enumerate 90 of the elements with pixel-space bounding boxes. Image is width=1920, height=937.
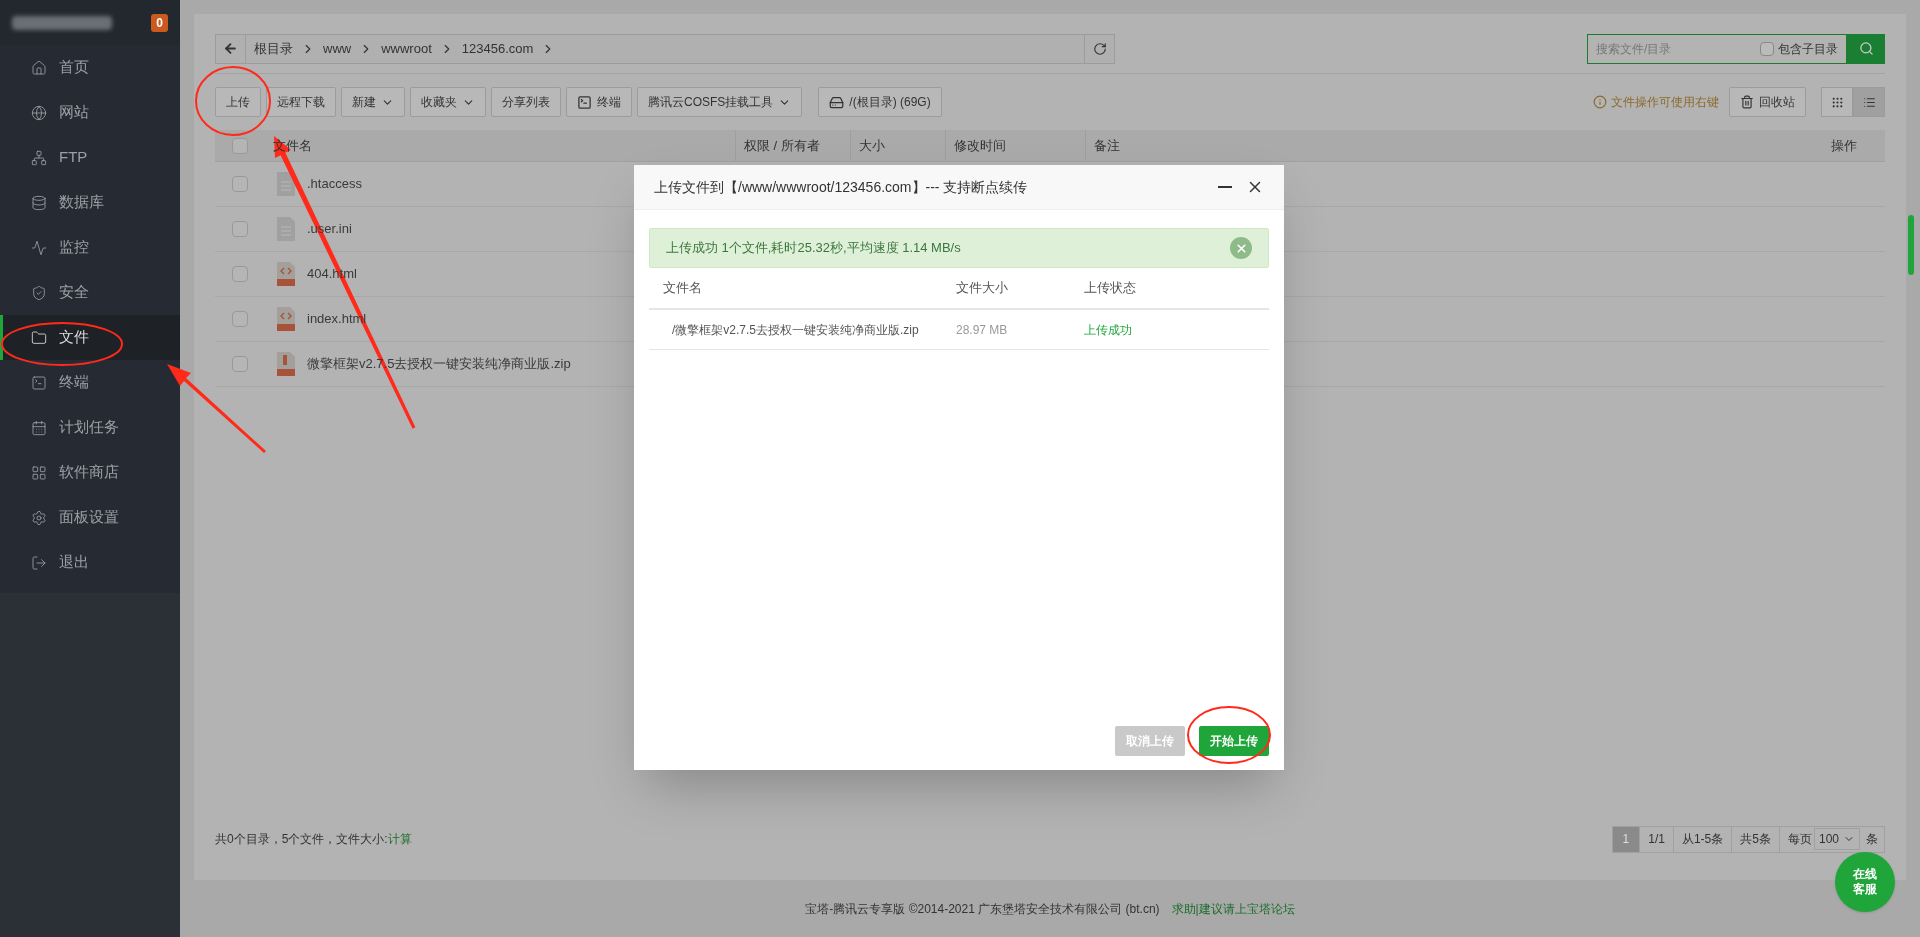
grid-icon <box>31 464 47 481</box>
zip-file-icon <box>277 352 295 376</box>
list-icon <box>1862 95 1876 109</box>
checkbox[interactable] <box>232 311 248 327</box>
breadcrumb-link[interactable]: www <box>323 38 352 59</box>
checkbox[interactable] <box>232 266 248 282</box>
column-header: 权限 / 所有者 <box>744 136 820 155</box>
terminal-icon <box>31 374 47 391</box>
settings-icon <box>31 509 47 526</box>
calculate-link[interactable]: 计算 <box>387 832 412 846</box>
copyright-text: 宝塔-腾讯云专享版 ©2014-2021 广东堡塔安全技术有限公司 (bt.cn) <box>805 900 1160 918</box>
column-header: 文件大小 <box>956 279 1009 298</box>
home-icon <box>31 59 47 76</box>
sidebar-item[interactable]: 计划任务 <box>0 405 180 450</box>
toolbar-button[interactable]: 远程下载 <box>266 87 336 117</box>
search-button[interactable] <box>1847 33 1885 64</box>
sidebar-item[interactable]: 终端 <box>0 360 180 405</box>
view-toggle[interactable] <box>1821 87 1853 117</box>
column-header: 操作 <box>1831 136 1857 155</box>
toolbar-button[interactable]: 分享列表 <box>491 87 561 117</box>
document-icon <box>277 172 295 196</box>
calendar-icon <box>31 419 47 436</box>
checkbox[interactable] <box>232 221 248 237</box>
network-icon <box>31 149 47 166</box>
database-icon <box>31 194 47 211</box>
minimize-icon <box>1218 186 1232 188</box>
logout-icon <box>31 554 47 571</box>
notification-badge[interactable]: 0 <box>151 13 168 32</box>
search-icon <box>1858 41 1874 56</box>
column-header: 上传状态 <box>1084 279 1137 298</box>
hint-text: 文件操作可使用右键 <box>1611 94 1719 111</box>
terminal-icon <box>577 94 592 110</box>
toolbar-button[interactable]: 收藏夹 <box>410 87 486 117</box>
dialog-title: 上传文件到【/www/wwwroot/123456.com】--- 支持断点续传 <box>654 177 1028 197</box>
globe-icon <box>31 104 47 121</box>
toolbar-button[interactable]: /(根目录) (69G) <box>818 87 942 117</box>
toolbar-button[interactable]: 上传 <box>215 87 261 117</box>
sidebar-item[interactable]: 文件 <box>0 315 180 360</box>
breadcrumb-link[interactable]: 根目录 <box>254 38 293 59</box>
sidebar-item[interactable]: 首页 <box>0 45 180 90</box>
view-toggle[interactable] <box>1853 87 1885 117</box>
checkbox[interactable] <box>232 137 248 154</box>
toolbar-button[interactable]: 腾讯云COSFS挂载工具 <box>637 87 803 117</box>
pagination-info: 从1-5条 <box>1672 826 1732 852</box>
sidebar-item[interactable]: 面板设置 <box>0 495 180 540</box>
file-size: 28.97 MB <box>956 321 1009 339</box>
checkbox[interactable] <box>232 176 248 192</box>
breadcrumb-link[interactable]: wwwroot <box>381 38 432 59</box>
folder-icon <box>31 329 47 346</box>
monitor-icon <box>31 239 47 256</box>
upload-status: 上传成功 <box>1084 321 1132 339</box>
html-file-icon <box>277 262 295 286</box>
trash-icon <box>1740 95 1754 109</box>
scrollbar-thumb <box>1908 215 1914 275</box>
sidebar-item[interactable]: 网站 <box>0 90 180 135</box>
column-header: 修改时间 <box>954 136 1006 155</box>
sidebar-item[interactable]: 软件商店 <box>0 450 180 495</box>
column-header: 文件名 <box>662 279 703 298</box>
breadcrumb-link[interactable]: 123456.com <box>461 38 534 59</box>
file-name[interactable]: .htaccess <box>307 174 362 194</box>
html-file-icon <box>277 307 295 331</box>
file-path: /微擎框架v2.7.5去授权一键安装纯净商业版.zip <box>671 321 920 339</box>
recycle-bin-button[interactable]: 回收站 <box>1729 87 1806 117</box>
checkbox-label: 包含子目录 <box>1778 40 1838 58</box>
refresh-icon <box>1092 41 1107 56</box>
dismiss-button[interactable] <box>1230 237 1252 259</box>
per-page-unit: 条 <box>1865 831 1879 848</box>
sidebar-item[interactable]: 安全 <box>0 270 180 315</box>
checkbox[interactable] <box>232 356 248 372</box>
column-header: 大小 <box>859 136 885 155</box>
toolbar-button[interactable]: 新建 <box>341 87 405 117</box>
pagination-info: 共5条 <box>1731 826 1779 852</box>
forum-link[interactable]: 求助|建议请上宝塔论坛 <box>1171 899 1295 918</box>
per-page-select[interactable]: 100 <box>1813 828 1860 850</box>
grid-icon <box>1830 95 1844 109</box>
checkbox[interactable] <box>1760 41 1774 56</box>
close-icon <box>1234 241 1248 255</box>
info-icon <box>1593 95 1607 109</box>
sidebar-item[interactable]: 监控 <box>0 225 180 270</box>
sidebar-item[interactable]: 数据库 <box>0 180 180 225</box>
summary-text: 共0个目录，5个文件，文件大小:计算 <box>215 831 412 848</box>
column-header: 备注 <box>1094 136 1120 155</box>
start-upload-button[interactable]: 开始上传 <box>1199 726 1269 756</box>
toolbar-button[interactable]: 终端 <box>566 87 632 117</box>
per-page-label: 每页 <box>1778 826 1814 852</box>
sidebar-item[interactable]: FTP <box>0 135 180 180</box>
shield-icon <box>31 284 47 301</box>
alert-text: 上传成功 1个文件,耗时25.32秒,平均速度 1.14 MB/s <box>666 239 961 258</box>
pagination-info: 1/1 <box>1639 826 1673 852</box>
sidebar-item[interactable]: 退出 <box>0 540 180 585</box>
